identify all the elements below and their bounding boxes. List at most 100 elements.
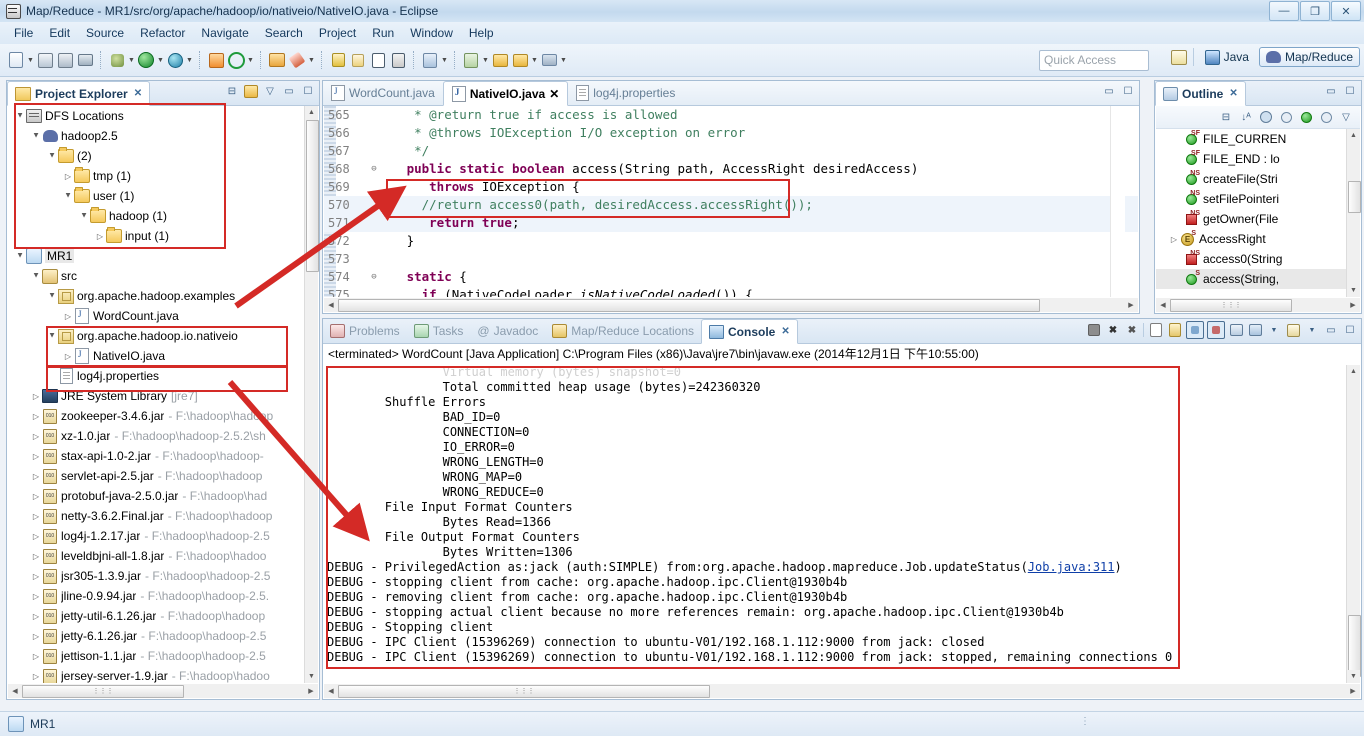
minimize-icon[interactable]: ▭ [1323,83,1339,99]
code-line[interactable]: 565 * @return true if access is allowed [324,106,1138,124]
hscroll-thumb[interactable]: ⋮⋮⋮ [338,684,710,698]
tree-item[interactable]: ▷ 010 jline-0.9.94.jar - F:\hadoop\hadoop-2… [8,586,305,606]
outline-item[interactable]: NS setFilePointeri [1156,189,1347,209]
code-line[interactable]: 566 * @throws IOException I/O exception … [324,124,1138,142]
open-console-menu-icon[interactable]: ▼ [1304,322,1320,338]
menu-refactor[interactable]: Refactor [132,24,193,42]
twisty-collapsed-icon[interactable]: ▷ [62,170,74,182]
menu-project[interactable]: Project [311,24,364,42]
code-editor[interactable]: 565 * @return true if access is allowed 5… [324,106,1138,297]
display-selected-console-menu-icon[interactable]: ▼ [1266,322,1282,338]
twisty-expanded-icon[interactable]: ▲ [62,190,74,202]
outline-tree[interactable]: SF FILE_CURREN SF FILE_END : lo NS createFile… [1156,129,1347,297]
twisty-collapsed-icon[interactable]: ▷ [30,630,42,642]
tree-item[interactable]: ▷ 010 netty-3.6.2.Final.jar - F:\hadoop\had… [8,506,305,526]
tree-item[interactable]: ▷ 010 jersey-server-1.9.jar - F:\hadoop\had… [8,666,305,683]
tree-item[interactable]: ▷ NativeIO.java [8,346,305,366]
vscroll-thumb[interactable] [306,120,319,272]
show-console-on-output-icon[interactable] [1186,321,1204,339]
hide-static-icon[interactable] [1278,109,1294,125]
run-dropdown-icon[interactable]: ▼ [156,51,165,69]
tree-item[interactable]: ▲ MR1 [8,246,305,266]
twisty-expanded-icon[interactable]: ▲ [46,290,58,302]
show-console-on-error-icon[interactable] [1207,321,1225,339]
tree-item[interactable]: ▷ 010 jsr305-1.3.9.jar - F:\hadoop\hadoop-2… [8,566,305,586]
new-java-class-dropdown-icon[interactable]: ▼ [440,51,449,69]
twisty-expanded-icon[interactable]: ▲ [30,130,42,142]
tree-item[interactable]: ▷ input (1) [8,226,305,246]
tree-item[interactable]: ▷ WordCount.java [8,306,305,326]
minimize-button[interactable]: — [1269,1,1299,21]
tree-item[interactable]: ▷ 010 servlet-api-2.5.jar - F:\hadoop\hadoo… [8,466,305,486]
tree-item[interactable]: ▷ 010 leveldbjni-all-1.8.jar - F:\hadoop\ha… [8,546,305,566]
twisty-collapsed-icon[interactable]: ▷ [30,650,42,662]
tree-item[interactable]: ▲ org.apache.hadoop.examples [8,286,305,306]
code-line[interactable]: 572 } [324,232,1138,250]
open-task-dropdown-icon[interactable]: ▼ [481,51,490,69]
maximize-icon[interactable]: ☐ [300,83,316,99]
close-icon[interactable]: ✕ [549,87,559,101]
scroll-left-icon[interactable]: ◀ [324,299,338,312]
scroll-right-icon[interactable]: ▶ [1346,685,1360,698]
perspective-mapreduce[interactable]: Map/Reduce [1258,47,1360,67]
twisty-collapsed-icon[interactable]: ▷ [30,490,42,502]
search-icon[interactable] [288,51,306,69]
scroll-left-icon[interactable]: ◀ [324,685,338,698]
outline-hscrollbar[interactable]: ◀ ⋮⋮⋮ ▶ [1156,298,1360,312]
tree-item[interactable]: ▷ 010 xz-1.0.jar - F:\hadoop\hadoop-2.5.2\s… [8,426,305,446]
scroll-right-icon[interactable]: ▶ [1124,299,1138,312]
scroll-right-icon[interactable]: ▶ [1346,299,1360,312]
maximize-icon[interactable]: ☐ [1342,83,1358,99]
project-explorer-vscrollbar[interactable]: ▲ ▼ [304,106,319,683]
twisty-collapsed-icon[interactable]: ▷ [30,410,42,422]
scroll-left-icon[interactable]: ◀ [1156,299,1170,312]
code-line[interactable]: 573 [324,250,1138,268]
console-vscrollbar[interactable]: ▲ ▼ [1346,365,1361,683]
next-edit-location-icon[interactable] [540,51,558,69]
hide-nonpublic-icon[interactable] [1298,109,1314,125]
tree-item[interactable]: ▲ hadoop2.5 [8,126,305,146]
minimize-icon[interactable]: ▭ [281,83,297,99]
vscroll-thumb[interactable] [1348,181,1361,213]
tree-item[interactable]: ▲ (2) [8,146,305,166]
outline-item[interactable]: ▷ E S AccessRight [1156,229,1347,249]
twisty-collapsed-icon[interactable]: ▷ [62,350,74,362]
tab-wordcount-java[interactable]: WordCount.java [323,82,443,105]
save-all-icon[interactable] [56,51,74,69]
scroll-right-icon[interactable]: ▶ [304,685,318,698]
maximize-icon[interactable]: ☐ [1342,322,1358,338]
tree-item[interactable]: ▲ hadoop (1) [8,206,305,226]
refresh-icon[interactable] [227,51,245,69]
tab-outline[interactable]: Outline ✕ [1155,81,1246,106]
twisty-collapsed-icon[interactable]: ▷ [30,530,42,542]
code-line[interactable]: 575 if (NativeCodeLoader.isNativeCodeLoa… [324,286,1138,297]
tree-item[interactable]: ▷ 010 jettison-1.1.jar - F:\hadoop\hadoop-2… [8,646,305,666]
display-selected-console-icon[interactable] [1247,322,1263,338]
maximize-button[interactable]: ❐ [1300,1,1330,21]
pin-console-icon[interactable] [1228,322,1244,338]
save-icon[interactable] [36,51,54,69]
debug-dropdown-icon[interactable]: ▼ [127,51,136,69]
project-explorer-hscrollbar[interactable]: ◀ ⋮⋮⋮ ▶ [8,684,318,698]
console-hscrollbar[interactable]: ◀ ⋮⋮⋮ ▶ [324,684,1360,698]
close-icon[interactable]: ✕ [781,326,789,337]
minimize-icon[interactable]: ▭ [1323,322,1339,338]
minimize-icon[interactable]: ▭ [1101,83,1117,99]
close-icon[interactable]: ✕ [134,88,142,99]
twisty-collapsed-icon[interactable]: ▷ [30,670,42,682]
twisty-expanded-icon[interactable]: ▲ [14,110,26,122]
twisty-collapsed-icon[interactable]: ▷ [30,570,42,582]
twisty-collapsed-icon[interactable]: ▷ [94,230,106,242]
outline-item[interactable]: Saccess(String, [1156,269,1347,289]
hide-fields-icon[interactable] [1258,109,1274,125]
menu-source[interactable]: Source [78,24,132,42]
menu-search[interactable]: Search [257,24,311,42]
run-external-tools-icon[interactable] [166,51,184,69]
menu-edit[interactable]: Edit [41,24,78,42]
tab-tasks[interactable]: Tasks [407,320,471,343]
debug-icon[interactable] [108,51,126,69]
scroll-lock-icon[interactable] [1167,322,1183,338]
twisty-collapsed-icon[interactable]: ▷ [1168,233,1180,245]
remove-all-terminated-icon[interactable]: ✖ [1124,322,1140,338]
twisty-collapsed-icon[interactable]: ▷ [62,310,74,322]
